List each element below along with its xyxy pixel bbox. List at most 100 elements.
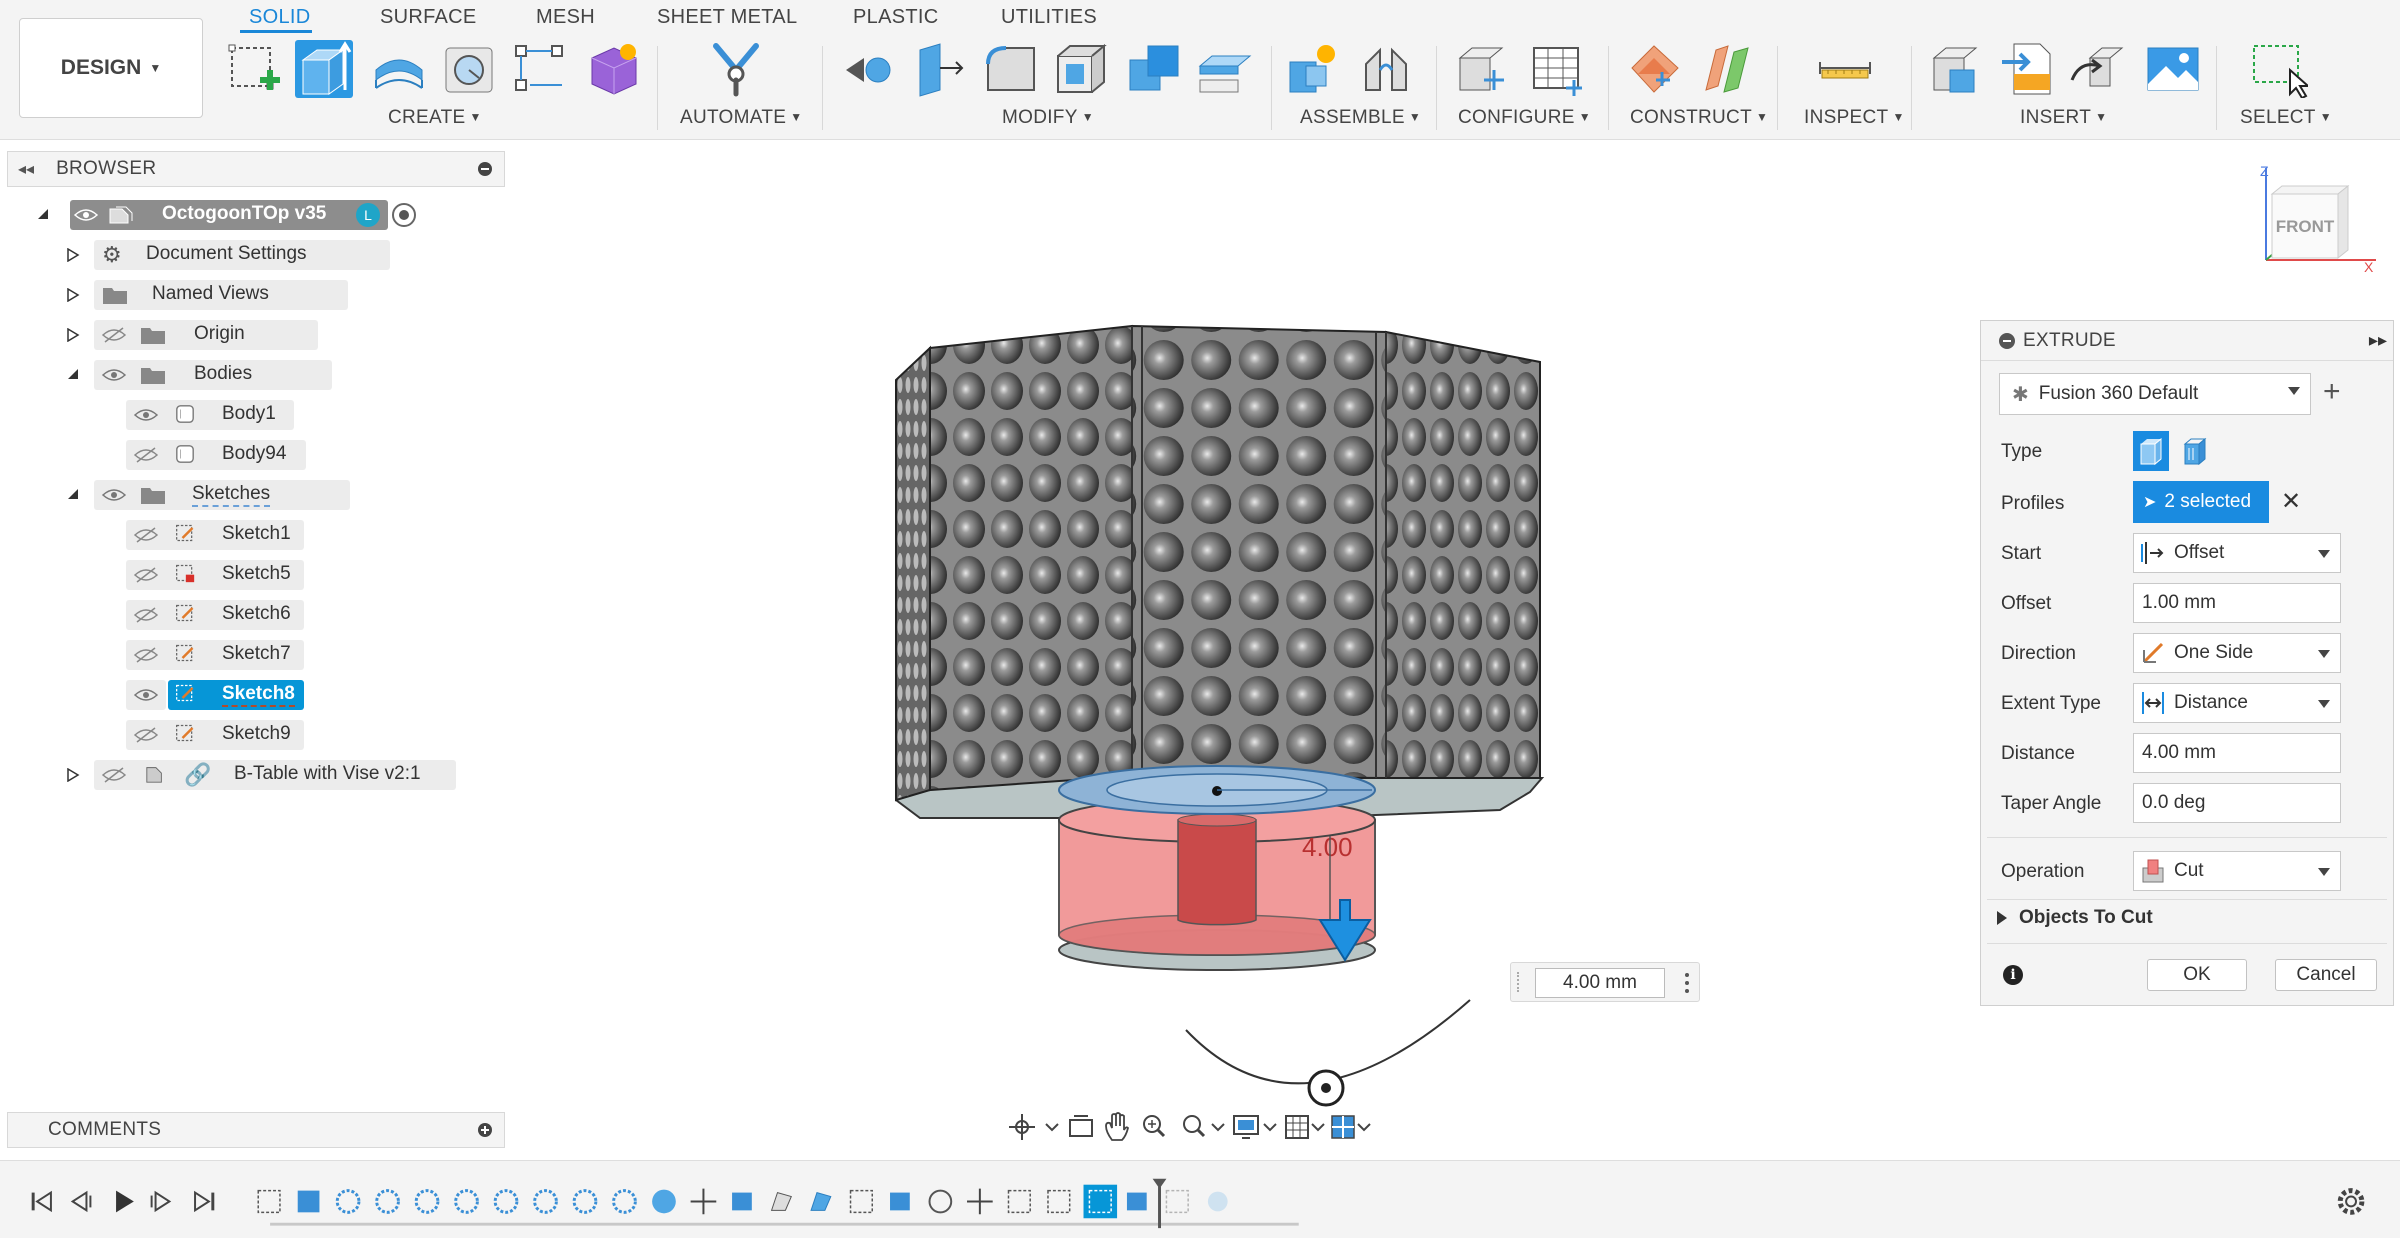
expanded-triangle-icon[interactable]	[66, 487, 80, 501]
joint-icon[interactable]	[1358, 40, 1416, 98]
insert-mesh-icon[interactable]	[2070, 40, 2128, 98]
view-cube-front-face[interactable]: FRONT	[2276, 217, 2335, 236]
settings-gear-icon[interactable]	[2337, 1188, 2365, 1215]
inspect-menu[interactable]: INSPECT ▼	[1804, 107, 1905, 129]
modify-menu[interactable]: MODIFY ▼	[1002, 107, 1094, 129]
visibility-eye-icon[interactable]	[102, 367, 126, 383]
collapsed-triangle-icon[interactable]	[66, 288, 80, 302]
type-thin-button[interactable]	[2177, 431, 2213, 471]
tab-mesh[interactable]: MESH	[536, 6, 595, 29]
body-left-face[interactable]	[929, 324, 1133, 792]
expand-dialog-icon[interactable]: ▸▸	[2369, 330, 2387, 351]
display-settings-icon[interactable]	[1233, 1115, 1277, 1139]
visibility-eye-icon[interactable]	[74, 207, 98, 223]
activate-radio-icon[interactable]	[392, 203, 416, 227]
tab-plastic[interactable]: PLASTIC	[853, 6, 938, 29]
browser-item-bodies[interactable]: Bodies	[64, 359, 424, 391]
extrude-tool-icon[interactable]	[295, 40, 353, 98]
look-at-icon[interactable]	[1069, 1115, 1093, 1137]
hidden-eye-icon[interactable]	[102, 327, 126, 343]
configuration-table-icon[interactable]	[1528, 40, 1586, 98]
comments-panel-header[interactable]: COMMENTS	[7, 1112, 505, 1148]
zoom-icon[interactable]	[1143, 1115, 1166, 1138]
collapsed-triangle-icon[interactable]	[66, 248, 80, 262]
select-window-icon[interactable]	[2250, 40, 2308, 98]
visibility-eye-icon[interactable]	[134, 687, 158, 703]
hidden-eye-icon[interactable]	[134, 647, 158, 663]
distance-input[interactable]: 4.00 mm	[2133, 733, 2341, 773]
orbit-icon[interactable]	[1009, 1114, 1059, 1140]
collapse-panel-icon[interactable]: ◂◂	[18, 159, 34, 179]
grid-settings-icon[interactable]	[1285, 1115, 1325, 1139]
browser-root-row[interactable]: OctogoonTOp v35 L	[36, 199, 436, 231]
expanded-triangle-icon[interactable]	[36, 207, 50, 221]
ok-button[interactable]: OK	[2147, 959, 2247, 991]
timeline-marker[interactable]	[1152, 1178, 1167, 1229]
measure-icon[interactable]	[1816, 40, 1874, 98]
add-comment-icon[interactable]	[478, 1123, 492, 1137]
hidden-eye-icon[interactable]	[134, 447, 158, 463]
timeline-suppressed-features[interactable]	[1165, 1189, 1228, 1214]
browser-item-named-views[interactable]: Named Views	[64, 279, 424, 311]
fit-zoom-icon[interactable]	[1183, 1115, 1225, 1138]
split-body-icon[interactable]	[1196, 40, 1254, 98]
collapsed-triangle-icon[interactable]	[66, 328, 80, 342]
tab-sheet-metal[interactable]: SHEET METAL	[657, 6, 797, 29]
drag-grip-icon[interactable]	[1517, 972, 1523, 992]
extrude-dialog-header[interactable]: EXTRUDE ▸▸	[1981, 321, 2393, 361]
play-icon[interactable]	[116, 1190, 134, 1213]
go-to-start-icon[interactable]	[31, 1190, 52, 1213]
browser-pin-icon[interactable]	[478, 162, 492, 176]
select-menu[interactable]: SELECT ▼	[2240, 107, 2332, 129]
browser-item-body94[interactable]: Body94	[126, 439, 426, 471]
expanded-triangle-icon[interactable]	[66, 367, 80, 381]
type-solid-button[interactable]	[2133, 431, 2169, 471]
automate-icon[interactable]	[708, 40, 766, 98]
timeline-features[interactable]	[257, 1184, 1147, 1219]
browser-panel-header[interactable]: ◂◂ BROWSER	[7, 151, 505, 187]
collapsed-triangle-icon[interactable]	[66, 768, 80, 782]
construct-menu[interactable]: CONSTRUCT ▼	[1630, 107, 1768, 129]
offset-plane-icon[interactable]	[1626, 40, 1684, 98]
preset-dropdown[interactable]: ✱ Fusion 360 Default	[1999, 373, 2311, 415]
add-preset-button[interactable]: +	[2323, 375, 2341, 409]
go-to-end-icon[interactable]	[194, 1190, 215, 1213]
hidden-eye-icon[interactable]	[134, 607, 158, 623]
distance-heads-up-value[interactable]: 4.00 mm	[1535, 968, 1665, 998]
fillet-icon[interactable]	[910, 40, 968, 98]
new-component-icon[interactable]	[1284, 40, 1342, 98]
browser-item-btable[interactable]: 🔗 B-Table with Vise v2:1	[64, 759, 464, 791]
viewports-icon[interactable]	[1331, 1115, 1371, 1139]
extrude-preview[interactable]: 4.00	[1058, 765, 1376, 971]
objects-to-cut-section[interactable]: Objects To Cut	[1997, 907, 2153, 929]
insert-canvas-icon[interactable]	[2144, 40, 2202, 98]
hidden-eye-icon[interactable]	[134, 567, 158, 583]
browser-item-sketch6[interactable]: Sketch6	[126, 599, 426, 631]
browser-item-sketch1[interactable]: Sketch1	[126, 519, 426, 551]
browser-item-body1[interactable]: Body1	[126, 399, 426, 431]
profiles-selection-button[interactable]: ➤ 2 selected	[2133, 481, 2269, 523]
combine-icon[interactable]	[1126, 40, 1184, 98]
press-pull-icon[interactable]	[840, 40, 898, 98]
clear-selection-icon[interactable]: ✕	[2281, 487, 2301, 516]
distance-heads-up-input[interactable]: 4.00 mm	[1510, 962, 1700, 1002]
automate-menu[interactable]: AUTOMATE ▼	[680, 107, 802, 129]
insert-derive-icon[interactable]	[1928, 40, 1986, 98]
hidden-eye-icon[interactable]	[102, 767, 126, 783]
visibility-eye-icon[interactable]	[134, 407, 158, 423]
operation-dropdown[interactable]: Cut	[2133, 851, 2341, 891]
browser-item-sketch9[interactable]: Sketch9	[126, 719, 426, 751]
info-icon[interactable]: i	[2003, 965, 2023, 985]
collapse-dialog-icon[interactable]	[1999, 332, 2015, 349]
pan-hand-icon[interactable]	[1105, 1112, 1129, 1141]
extent-type-dropdown[interactable]: Distance	[2133, 683, 2341, 723]
create-menu[interactable]: CREATE ▼	[388, 107, 482, 129]
hidden-eye-icon[interactable]	[134, 727, 158, 743]
create-sketch-icon[interactable]	[226, 40, 284, 98]
browser-item-sketches[interactable]: Sketches	[64, 479, 424, 511]
configure-menu[interactable]: CONFIGURE ▼	[1458, 107, 1591, 129]
start-dropdown[interactable]: Offset	[2133, 533, 2341, 573]
body-right-face[interactable]	[1385, 330, 1541, 779]
hidden-eye-icon[interactable]	[134, 527, 158, 543]
view-cube[interactable]: Z X FRONT	[2258, 160, 2378, 280]
